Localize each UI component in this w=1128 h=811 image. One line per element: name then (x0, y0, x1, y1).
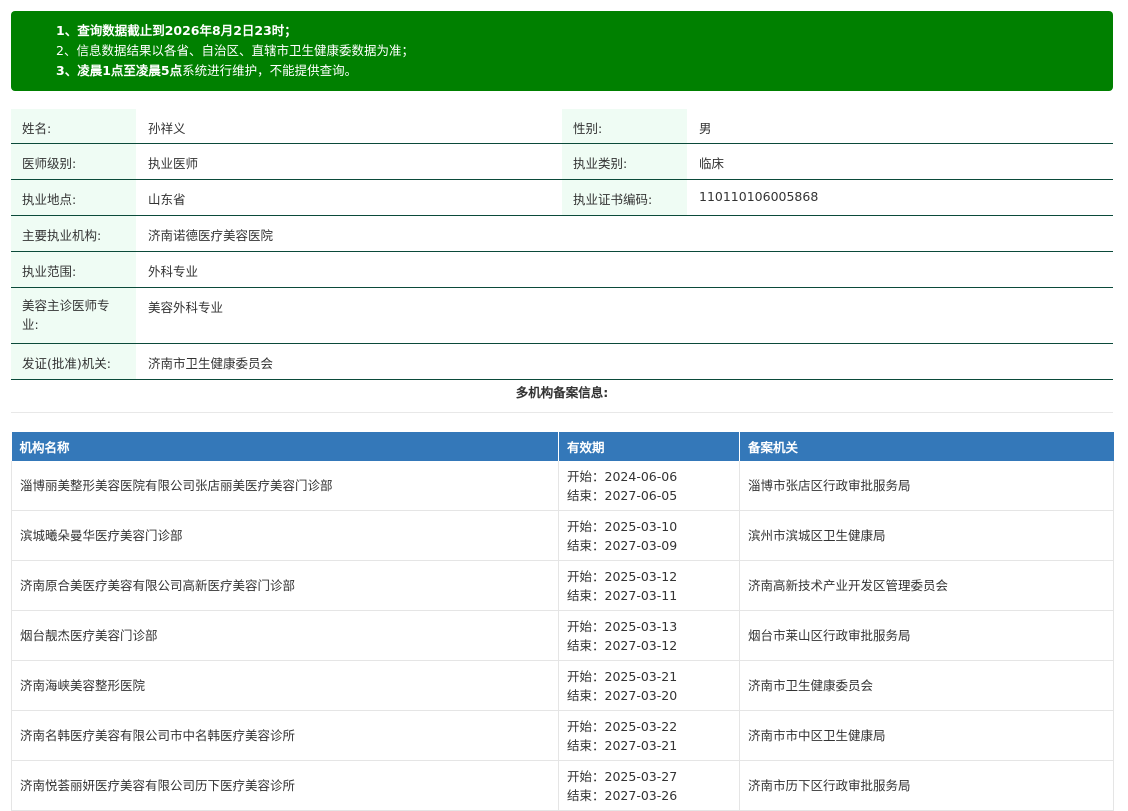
info-row-location: 执业地点: 山东省 执业证书编码: 110110106005868 (11, 180, 1113, 216)
table-row: 济南悦荟丽妍医疗美容有限公司历下医疗美容诊所 开始：2025-03-27 结束：20… (11, 760, 1114, 811)
org-name-cell: 济南悦荟丽妍医疗美容有限公司历下医疗美容诊所 (11, 760, 559, 811)
info-row-level: 医师级别: 执业医师 执业类别: 临床 (11, 144, 1113, 180)
start-prefix: 开始： (567, 668, 605, 684)
level-value: 执业医师 (148, 156, 199, 171)
org-name-cell: 滨城曦朵曼华医疗美容门诊部 (11, 510, 559, 561)
end-prefix: 结束： (567, 537, 605, 553)
authority-cell: 济南市市中区卫生健康局 (739, 710, 1114, 761)
end-prefix: 结束： (567, 637, 605, 653)
org-name-cell: 济南原合美医疗美容有限公司高新医疗美容门诊部 (11, 560, 559, 611)
category-label: 执业类别: (562, 144, 687, 179)
end-date: 2027-03-11 (604, 587, 678, 603)
notice-line-1: 1、查询数据截止到2026年8月2日23时； (56, 23, 297, 38)
org-name-cell: 淄博丽美整形美容医院有限公司张店丽美医疗美容门诊部 (11, 461, 559, 511)
org-name-cell: 济南海峡美容整形医院 (11, 660, 559, 711)
org-name-cell: 烟台靓杰医疗美容门诊部 (11, 610, 559, 661)
cert-label: 执业证书编码: (562, 180, 687, 215)
notice-line-2: 2、信息数据结果以各省、自治区、直辖市卫生健康委数据为准； (56, 43, 414, 58)
validity-cell: 开始：2025-03-13 结束：2027-03-12 (558, 610, 740, 661)
category-value: 临床 (699, 156, 725, 171)
start-date: 2025-03-12 (604, 568, 678, 584)
authority-cell: 济南高新技术产业开发区管理委员会 (739, 560, 1114, 611)
info-row-org: 主要执业机构: 济南诺德医疗美容医院 (11, 216, 1113, 252)
start-prefix: 开始： (567, 518, 605, 534)
location-value: 山东省 (148, 192, 186, 207)
table-header-row: 机构名称 有效期 备案机关 (11, 432, 1114, 461)
validity-cell: 开始：2025-03-21 结束：2027-03-20 (558, 660, 740, 711)
end-prefix: 结束： (567, 587, 605, 603)
cert-value: 110110106005868 (699, 189, 819, 204)
end-date: 2027-03-21 (604, 737, 678, 753)
scope-label: 执业范围: (11, 252, 136, 287)
start-prefix: 开始： (567, 468, 605, 484)
end-date: 2027-03-12 (604, 637, 678, 653)
doctor-info-table: 姓名: 孙祥义 性别: 男 医师级别: 执业医师 执业类别: 临床 执业地点: … (11, 109, 1113, 380)
authority-cell: 淄博市张店区行政审批服务局 (739, 461, 1114, 511)
notice-line-3: 3、凌晨1点至凌晨5点系统进行维护，不能提供查询。 (56, 63, 358, 78)
scope-value: 外科专业 (148, 264, 199, 279)
start-prefix: 开始： (567, 568, 605, 584)
name-value: 孙祥义 (148, 121, 186, 136)
validity-cell: 开始：2025-03-27 结束：2027-03-26 (558, 760, 740, 811)
start-date: 2025-03-13 (604, 618, 678, 634)
table-row: 滨城曦朵曼华医疗美容门诊部 开始：2025-03-10 结束：2027-03-09 滨… (11, 510, 1114, 561)
start-date: 2024-06-06 (604, 468, 678, 484)
validity-cell: 开始：2025-03-22 结束：2027-03-21 (558, 710, 740, 761)
cosmetic-label: 美容主诊医师专 业: (11, 288, 136, 343)
header-authority: 备案机关 (739, 432, 1114, 461)
validity-cell: 开始：2025-03-12 结束：2027-03-11 (558, 560, 740, 611)
cosmetic-value: 美容外科专业 (148, 300, 224, 315)
multi-org-title: 多机构备案信息: (11, 374, 1113, 413)
end-date: 2027-03-09 (604, 537, 678, 553)
gender-value: 男 (699, 121, 712, 136)
end-prefix: 结束： (567, 687, 605, 703)
start-date: 2025-03-10 (604, 518, 678, 534)
start-prefix: 开始： (567, 718, 605, 734)
table-row: 济南海峡美容整形医院 开始：2025-03-21 结束：2027-03-20 济南市卫… (11, 660, 1114, 711)
authority-cell: 烟台市莱山区行政审批服务局 (739, 610, 1114, 661)
org-name-cell: 济南名韩医疗美容有限公司市中名韩医疗美容诊所 (11, 710, 559, 761)
start-date: 2025-03-27 (604, 768, 678, 784)
validity-cell: 开始：2024-06-06 结束：2027-06-05 (558, 461, 740, 511)
end-date: 2027-03-20 (604, 687, 678, 703)
table-row: 济南名韩医疗美容有限公司市中名韩医疗美容诊所 开始：2025-03-22 结束：20… (11, 710, 1114, 761)
level-label: 医师级别: (11, 144, 136, 179)
start-prefix: 开始： (567, 618, 605, 634)
table-row: 淄博丽美整形美容医院有限公司张店丽美医疗美容门诊部 开始：2024-06-06 结束… (11, 461, 1114, 511)
org-value: 济南诺德医疗美容医院 (148, 228, 274, 243)
table-row: 烟台靓杰医疗美容门诊部 开始：2025-03-13 结束：2027-03-12 烟台市… (11, 610, 1114, 661)
authority-cell: 滨州市滨城区卫生健康局 (739, 510, 1114, 561)
authority-cell: 济南市历下区行政审批服务局 (739, 760, 1114, 811)
start-date: 2025-03-21 (604, 668, 678, 684)
gender-label: 性别: (562, 109, 687, 143)
start-date: 2025-03-22 (604, 718, 678, 734)
validity-cell: 开始：2025-03-10 结束：2027-03-09 (558, 510, 740, 561)
end-date: 2027-06-05 (604, 487, 678, 503)
end-date: 2027-03-26 (604, 787, 678, 803)
location-label: 执业地点: (11, 180, 136, 215)
end-prefix: 结束： (567, 487, 605, 503)
header-validity: 有效期 (558, 432, 740, 461)
end-prefix: 结束： (567, 787, 605, 803)
header-org: 机构名称 (11, 432, 559, 461)
table-row: 济南原合美医疗美容有限公司高新医疗美容门诊部 开始：2025-03-12 结束：20… (11, 560, 1114, 611)
name-label: 姓名: (11, 109, 136, 143)
multi-org-table: 机构名称 有效期 备案机关 淄博丽美整形美容医院有限公司张店丽美医疗美容门诊部开… (11, 432, 1114, 811)
info-row-name: 姓名: 孙祥义 性别: 男 (11, 109, 1113, 144)
org-label: 主要执业机构: (11, 216, 136, 251)
notice-banner: 1、查询数据截止到2026年8月2日23时； 2、信息数据结果以各省、自治区、直… (11, 11, 1113, 91)
info-row-scope: 执业范围: 外科专业 (11, 252, 1113, 288)
authority-cell: 济南市卫生健康委员会 (739, 660, 1114, 711)
info-row-cosmetic: 美容主诊医师专 业: 美容外科专业 (11, 288, 1113, 344)
start-prefix: 开始： (567, 768, 605, 784)
end-prefix: 结束： (567, 737, 605, 753)
